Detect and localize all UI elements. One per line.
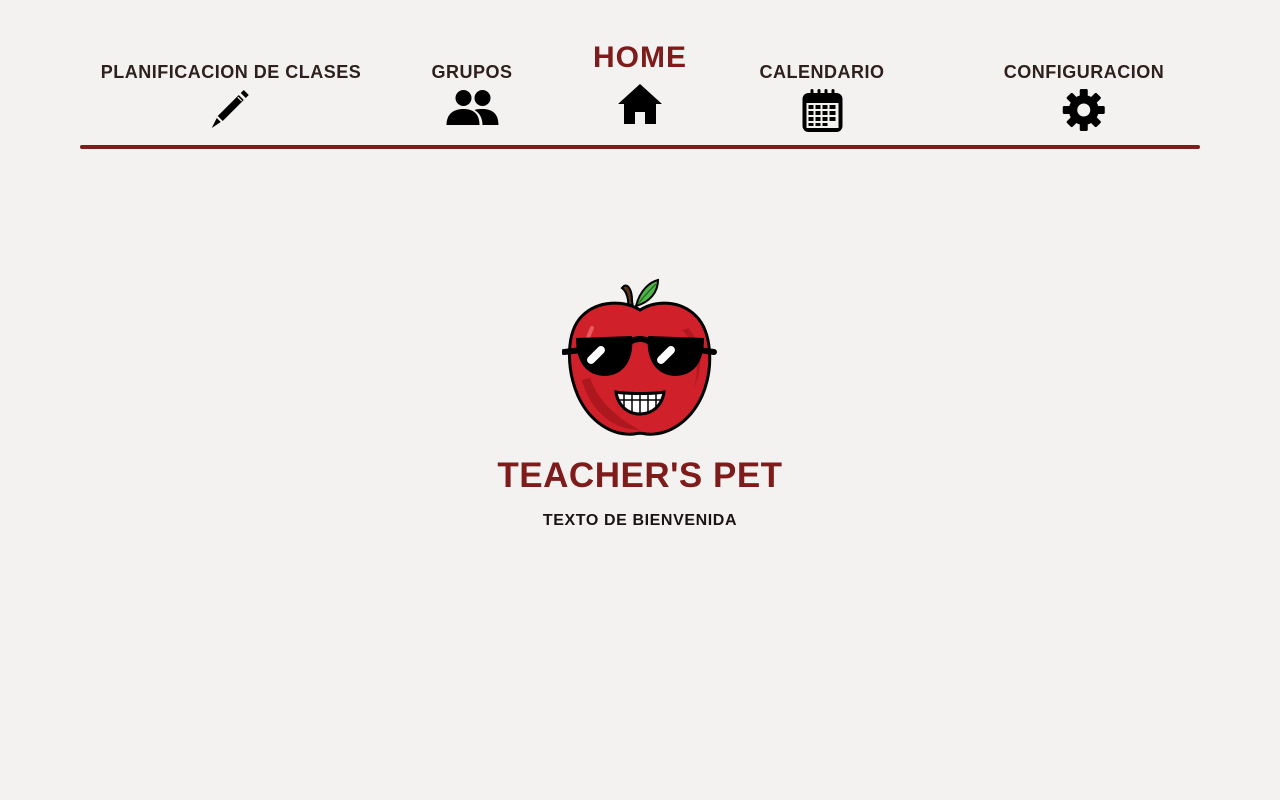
apple-mascot-logo: [562, 278, 717, 436]
nav-item-label: CONFIGURACION: [1003, 62, 1165, 82]
brand-title: TEACHER'S PET: [497, 456, 783, 495]
nav-divider: [80, 145, 1200, 149]
nav-item-label: PLANIFICACION DE CLASES: [100, 62, 362, 82]
welcome-section: TEACHER'S PET TEXTO DE BIENVENIDA: [0, 270, 1280, 530]
nav-item-calendario[interactable]: CALENDARIO: [760, 0, 885, 134]
nav-item-label: CALENDARIO: [759, 62, 885, 82]
main-navigation: PLANIFICACION DE CLASES GRUPOS HOME CALE…: [80, 0, 1200, 150]
app-root: PLANIFICACION DE CLASES GRUPOS HOME CALE…: [0, 0, 1280, 800]
nav-item-grupos[interactable]: GRUPOS: [431, 0, 512, 128]
nav-item-home[interactable]: HOME: [593, 0, 687, 126]
nav-item-label: HOME: [593, 41, 687, 74]
nav-item-configuracion[interactable]: CONFIGURACION: [1004, 0, 1165, 132]
home-icon: [618, 84, 662, 124]
nav-item-planificacion[interactable]: PLANIFICACION DE CLASES: [101, 0, 362, 130]
nav-item-label: GRUPOS: [431, 62, 513, 82]
calendar-icon: [802, 89, 842, 132]
gear-icon: [1063, 89, 1105, 131]
welcome-text: TEXTO DE BIENVENIDA: [542, 512, 738, 529]
users-icon: [445, 90, 498, 125]
pencil-icon: [211, 90, 249, 128]
